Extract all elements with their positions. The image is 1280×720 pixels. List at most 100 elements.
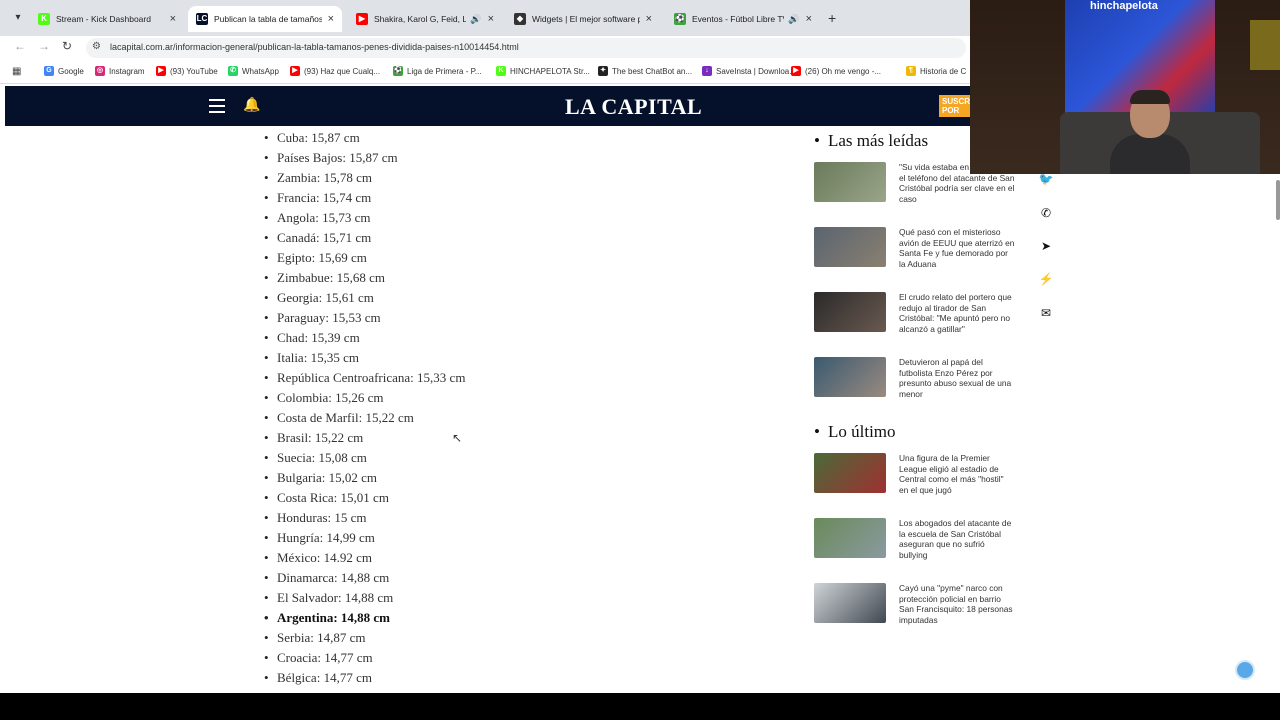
close-icon[interactable]: ×	[646, 13, 652, 25]
bookmark-item[interactable]: ✦ The best ChatBot an...	[598, 66, 692, 76]
widgets-icon: ◆	[514, 13, 526, 25]
bookmark-item[interactable]: ▶ (93) YouTube	[156, 66, 218, 76]
kick-icon: K	[38, 13, 50, 25]
tab-3[interactable]: ◆ Widgets | El mejor software pa ×	[506, 6, 660, 32]
messenger-icon[interactable]: ⚡	[1037, 270, 1055, 288]
bookmark-label: (93) Haz que Cualq...	[304, 66, 381, 76]
close-icon[interactable]: ×	[488, 13, 494, 25]
news-headline[interactable]: Cayó una "pyme" narco con protección pol…	[899, 583, 1015, 625]
bookmark-favicon-icon: K	[496, 66, 506, 76]
news-headline[interactable]: El crudo relato del portero que redujo a…	[899, 292, 1015, 334]
latest-title: Lo último	[812, 419, 1022, 445]
list-item: El Salvador: 14,88 cm	[262, 588, 762, 608]
news-thumbnail[interactable]	[814, 227, 886, 267]
list-item: México: 14.92 cm	[262, 548, 762, 568]
bookmark-label: Instagram	[109, 66, 145, 76]
list-item: Italia: 15,35 cm	[262, 348, 762, 368]
news-thumbnail[interactable]	[814, 357, 886, 397]
bookmark-item[interactable]: ¶ Historia de C	[906, 66, 966, 76]
list-item: Georgia: 15,61 cm	[262, 288, 762, 308]
ranking-list: Cuba: 15,87 cmPaíses Bajos: 15,87 cmZamb…	[262, 128, 762, 688]
bookmark-label: (93) YouTube	[170, 66, 218, 76]
bookmark-favicon-icon: ⚽	[393, 66, 403, 76]
article-body: Cuba: 15,87 cmPaíses Bajos: 15,87 cmZamb…	[262, 128, 762, 688]
tab-search-icon[interactable]: ▾	[10, 10, 26, 26]
back-icon[interactable]: ←	[14, 39, 26, 53]
lacapital-icon: LC	[196, 13, 208, 25]
site-info-icon[interactable]: ⚙	[92, 41, 101, 52]
youtube-icon: ▶	[356, 13, 368, 25]
news-item[interactable]: El crudo relato del portero que redujo a…	[812, 292, 1022, 357]
address-bar[interactable]: ⚙ lacapital.com.ar/informacion-general/p…	[86, 38, 966, 58]
bookmark-item[interactable]: G Google	[44, 66, 84, 76]
email-icon[interactable]: ✉	[1037, 304, 1055, 322]
news-item[interactable]: Los abogados del atacante de la escuela …	[812, 518, 1022, 583]
mouse-cursor-icon: ↖	[452, 431, 463, 445]
bookmark-item[interactable]: ✆ WhatsApp	[228, 66, 279, 76]
news-thumbnail[interactable]	[814, 292, 886, 332]
list-item: Costa de Marfil: 15,22 cm	[262, 408, 762, 428]
bookmark-item[interactable]: ↓ SaveInsta | Downloa...	[702, 66, 796, 76]
list-item: Bélgica: 14,77 cm	[262, 668, 762, 688]
list-item: Costa Rica: 15,01 cm	[262, 488, 762, 508]
bookmark-favicon-icon: ¶	[906, 66, 916, 76]
news-thumbnail[interactable]	[814, 518, 886, 558]
reload-icon[interactable]: ↻	[62, 39, 72, 53]
tab-0[interactable]: K Stream - Kick Dashboard ×	[30, 6, 184, 32]
bookmark-favicon-icon: ◎	[95, 66, 105, 76]
list-item: Honduras: 15 cm	[262, 508, 762, 528]
bookmark-label: Historia de C	[920, 66, 967, 76]
news-headline[interactable]: Detuvieron al papá del futbolista Enzo P…	[899, 357, 1015, 399]
news-item[interactable]: Detuvieron al papá del futbolista Enzo P…	[812, 357, 1022, 422]
forward-icon[interactable]: →	[38, 39, 50, 53]
news-item[interactable]: Cayó una "pyme" narco con protección pol…	[812, 583, 1022, 648]
telegram-icon[interactable]: ➤	[1037, 237, 1055, 255]
whatsapp-icon[interactable]: ✆	[1037, 204, 1055, 222]
news-thumbnail[interactable]	[814, 453, 886, 493]
site-logo[interactable]: LA CAPITAL	[565, 94, 702, 120]
news-thumbnail[interactable]	[814, 583, 886, 623]
menu-icon[interactable]	[209, 99, 225, 113]
scrollbar[interactable]	[1276, 180, 1280, 220]
bookmark-label: WhatsApp	[242, 66, 279, 76]
bookmark-favicon-icon: ↓	[702, 66, 712, 76]
list-item: Serbia: 14,87 cm	[262, 628, 762, 648]
bookmark-favicon-icon: ✦	[598, 66, 608, 76]
tab-title: Shakira, Karol G, Feid, Luis	[374, 14, 467, 24]
tab-title: Publican la tabla de tamaños d	[214, 14, 322, 24]
browser-window: ▾ K Stream - Kick Dashboard × LC Publican la…	[0, 0, 1280, 693]
bookmark-label: HINCHAPELOTA Str...	[510, 66, 590, 76]
bell-icon[interactable]: 🔔	[243, 96, 260, 113]
new-tab-button[interactable]: +	[828, 10, 836, 26]
news-item[interactable]: Qué pasó con el misterioso avión de EEUU…	[812, 227, 1022, 292]
news-headline[interactable]: Una figura de la Premier League eligió a…	[899, 453, 1015, 495]
news-headline[interactable]: Qué pasó con el misterioso avión de EEUU…	[899, 227, 1015, 269]
bookmark-item[interactable]: ▶ (93) Haz que Cualq...	[290, 66, 380, 76]
wall-logo	[1250, 20, 1280, 70]
bookmark-item[interactable]: K HINCHAPELOTA Str...	[496, 66, 590, 76]
news-item[interactable]: Una figura de la Premier League eligió a…	[812, 453, 1022, 518]
close-icon[interactable]: ×	[328, 13, 334, 25]
speaker-icon[interactable]: 🔊	[788, 14, 799, 25]
url-text[interactable]: lacapital.com.ar/informacion-general/pub…	[110, 42, 519, 52]
sidebar: Las más leídas "Su vida estaba en su cel…	[812, 128, 1022, 648]
speaker-icon[interactable]: 🔊	[470, 14, 481, 25]
news-headline[interactable]: Los abogados del atacante de la escuela …	[899, 518, 1015, 560]
bookmark-item[interactable]: ⚽ Liga de Primera - P...	[393, 66, 482, 76]
list-item: Dinamarca: 14,88 cm	[262, 568, 762, 588]
bookmark-item[interactable]: ◎ Instagram	[95, 66, 145, 76]
notification-bubble-icon[interactable]	[1235, 660, 1255, 680]
tab-1[interactable]: LC Publican la tabla de tamaños d ×	[188, 6, 342, 32]
bookmark-label: The best ChatBot an...	[612, 66, 693, 76]
tab-4[interactable]: ⚽ Eventos - Fútbol Libre TV 🔊 ×	[666, 6, 820, 32]
bookmark-item[interactable]: ▶ (26) Oh me vengo -...	[791, 66, 881, 76]
list-item: Colombia: 15,26 cm	[262, 388, 762, 408]
news-thumbnail[interactable]	[814, 162, 886, 202]
tab-2[interactable]: ▶ Shakira, Karol G, Feid, Luis🔊 ×	[348, 6, 502, 32]
list-item: Chad: 15,39 cm	[262, 328, 762, 348]
list-item: Zambia: 15,78 cm	[262, 168, 762, 188]
apps-grid-icon[interactable]: ▦	[12, 66, 21, 77]
close-icon[interactable]: ×	[170, 13, 176, 25]
close-icon[interactable]: ×	[806, 13, 812, 25]
bookmark-label: Google	[58, 66, 84, 76]
